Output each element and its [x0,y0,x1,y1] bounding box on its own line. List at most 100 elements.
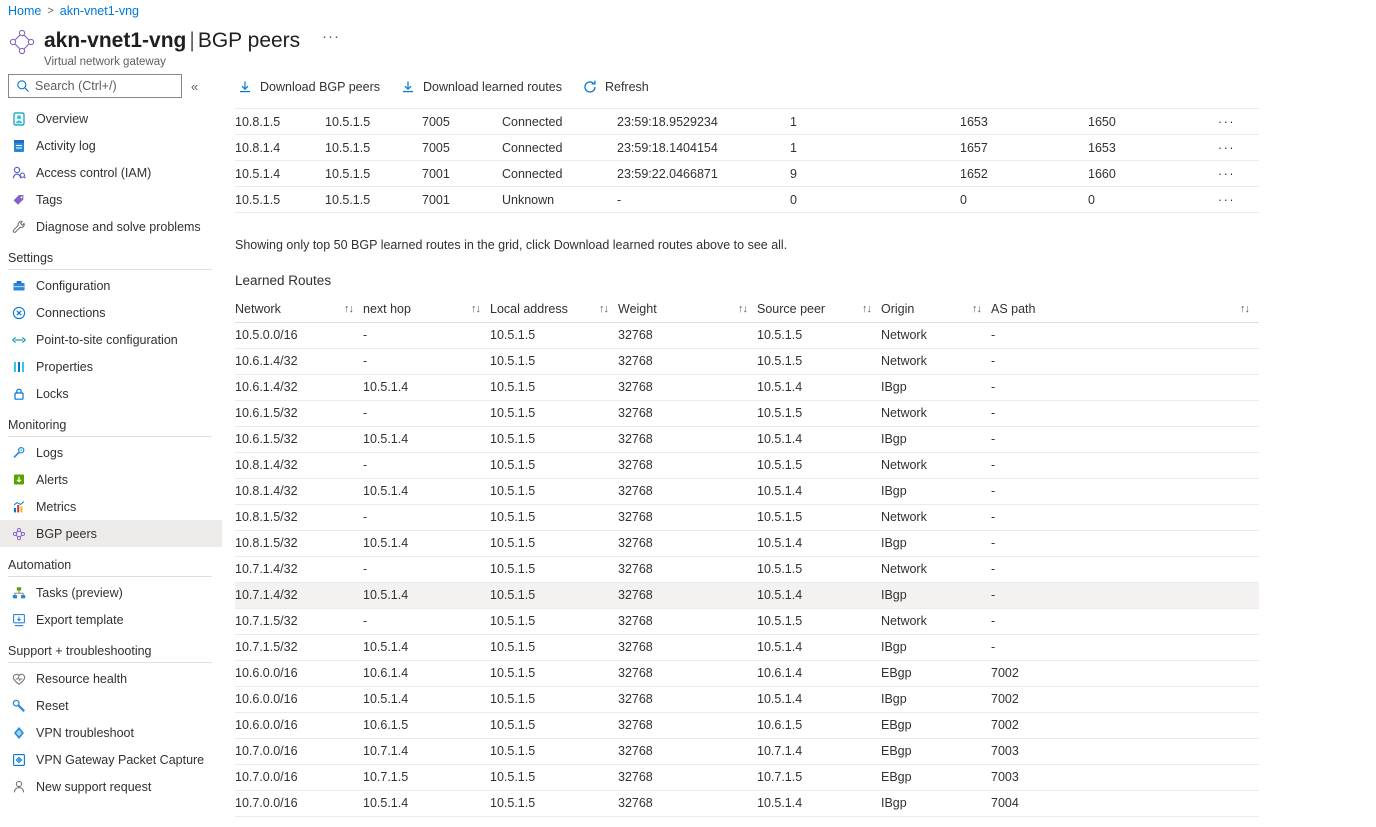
sort-toggle-icon[interactable]: ↑↓ [599,303,618,315]
routes-column-header[interactable]: Local address↑↓ [490,296,618,322]
learned-route-row[interactable]: 10.6.1.5/32-10.5.1.53276810.5.1.5Network… [235,400,1259,426]
search-box[interactable] [8,74,182,98]
sidebar-item-resource-health[interactable]: Resource health [0,665,222,692]
learned-route-row[interactable]: 10.8.1.4/3210.5.1.410.5.1.53276810.5.1.4… [235,478,1259,504]
learned-route-next-hop: 10.5.1.4 [363,582,490,608]
learned-route-source-peer: 10.5.1.5 [757,348,881,374]
learned-route-origin: Network [881,608,991,634]
sort-toggle-icon[interactable]: ↑↓ [738,303,757,315]
learned-route-row[interactable]: 10.7.0.0/1610.7.1.410.5.1.53276810.7.1.4… [235,738,1259,764]
sidebar-item-alerts[interactable]: Alerts [0,466,222,493]
learned-route-row[interactable]: 10.7.0.0/1610.5.1.410.5.1.53276810.5.1.4… [235,790,1259,816]
sort-toggle-icon[interactable]: ↑↓ [344,303,363,315]
bgp-peer-row-menu-button[interactable]: ··· [1218,187,1259,213]
learned-route-row[interactable]: 10.7.1.5/32-10.5.1.53276810.5.1.5Network… [235,608,1259,634]
breadcrumb-current[interactable]: akn-vnet1-vng [60,4,139,18]
learned-route-row[interactable]: 10.6.1.4/32-10.5.1.53276810.5.1.5Network… [235,348,1259,374]
learned-route-source-peer: 10.5.1.4 [757,634,881,660]
learned-route-origin: IBgp [881,790,991,816]
sort-toggle-icon[interactable]: ↑↓ [471,303,490,315]
sidebar-item-locks[interactable]: Locks [0,380,222,407]
sidebar-item-tasks-preview[interactable]: Tasks (preview) [0,579,222,606]
learned-route-as-path: 7003 [991,738,1259,764]
learned-route-as-path: - [991,608,1259,634]
sidebar-item-activity-log[interactable]: Activity log [0,132,222,159]
bgp-peers-table-viewport[interactable]: 10.8.1.410.5.1.57002Connected23:59:18.05… [222,101,1376,220]
sidebar-item-vpn-gateway-packet-capture[interactable]: VPN Gateway Packet Capture [0,746,222,773]
learned-route-row[interactable]: 10.6.0.0/1610.6.1.410.5.1.53276810.6.1.4… [235,660,1259,686]
bgp-peer-row[interactable]: 10.5.1.510.5.1.57001Unknown-000··· [235,187,1259,213]
sort-toggle-icon[interactable]: ↑↓ [862,303,881,315]
learned-route-next-hop: 10.5.1.4 [363,478,490,504]
sidebar-item-overview[interactable]: Overview [0,105,222,132]
routes-column-header[interactable]: AS path↑↓ [991,296,1259,322]
learned-route-as-path: 7002 [991,712,1259,738]
learned-route-row[interactable]: 10.6.0.0/1610.5.1.410.5.1.53276810.5.1.4… [235,686,1259,712]
sidebar-item-point-to-site-configuration[interactable]: Point-to-site configuration [0,326,222,353]
sidebar-item-metrics[interactable]: Metrics [0,493,222,520]
learned-route-row[interactable]: 10.7.1.4/3210.5.1.410.5.1.53276810.5.1.4… [235,582,1259,608]
bgp-peer-local-address: 10.5.1.5 [325,135,422,161]
routes-column-header[interactable]: Origin↑↓ [881,296,991,322]
routes-column-header[interactable]: Network↑↓ [235,296,363,322]
download-learned-routes-button[interactable]: Download learned routes [398,74,572,100]
learned-route-row[interactable]: 10.7.1.4/32-10.5.1.53276810.5.1.5Network… [235,556,1259,582]
collapse-sidebar-button[interactable]: « [191,79,198,94]
learned-route-row[interactable]: 10.7.0.0/1610.7.1.510.5.1.53276810.7.1.5… [235,764,1259,790]
learned-route-source-peer: 10.5.1.5 [757,556,881,582]
routes-column-header[interactable]: Weight↑↓ [618,296,757,322]
bgp-peer-row-menu-button[interactable]: ··· [1218,109,1259,135]
routes-column-header[interactable]: Source peer↑↓ [757,296,881,322]
learned-route-next-hop: - [363,400,490,426]
learned-route-row[interactable]: 10.6.0.0/1610.6.1.510.5.1.53276810.6.1.5… [235,712,1259,738]
learned-route-row[interactable]: 10.5.0.0/16-10.5.1.53276810.5.1.5Network… [235,322,1259,348]
learned-route-next-hop: 10.7.1.5 [363,764,490,790]
bgp-peer-row-menu-button[interactable]: ··· [1218,161,1259,187]
learned-route-weight: 32768 [618,426,757,452]
sort-toggle-icon[interactable]: ↑↓ [1240,303,1259,315]
learned-route-row[interactable]: 10.6.1.4/3210.5.1.410.5.1.53276810.5.1.4… [235,374,1259,400]
learned-route-row[interactable]: 10.8.1.4/32-10.5.1.53276810.5.1.5Network… [235,452,1259,478]
bgp-peer-status: Unknown [502,187,617,213]
learned-route-row[interactable]: 10.7.1.5/3210.5.1.410.5.1.53276810.5.1.4… [235,634,1259,660]
sidebar-item-access-control-iam[interactable]: Access control (IAM) [0,159,222,186]
sidebar-item-diagnose-and-solve-problems[interactable]: Diagnose and solve problems [0,213,222,240]
sidebar-item-connections[interactable]: Connections [0,299,222,326]
sidebar-item-bgp-peers[interactable]: BGP peers [0,520,222,547]
resource-health-icon [10,670,27,687]
sidebar-item-logs[interactable]: Logs [0,439,222,466]
breadcrumb-home[interactable]: Home [8,4,41,18]
learned-route-as-path: 7002 [991,686,1259,712]
learned-route-row[interactable]: 10.8.1.5/3210.5.1.410.5.1.53276810.5.1.4… [235,530,1259,556]
point-to-site-icon [10,331,27,348]
bgp-peer-row-menu-button[interactable]: ··· [1218,135,1259,161]
more-options-button[interactable]: ··· [322,24,340,50]
sidebar-item-tags[interactable]: Tags [0,186,222,213]
search-input[interactable] [35,79,175,93]
learned-route-local-address: 10.5.1.5 [490,426,618,452]
learned-route-network: 10.6.1.5/32 [235,400,363,426]
sidebar-group-divider [8,662,212,663]
download-bgp-peers-button[interactable]: Download BGP peers [235,74,390,100]
sidebar-item-export-template[interactable]: Export template [0,606,222,633]
tasks-icon [10,584,27,601]
learned-route-weight: 32768 [618,348,757,374]
sidebar-item-vpn-troubleshoot[interactable]: VPN troubleshoot [0,719,222,746]
learned-route-row[interactable]: 10.6.1.5/3210.5.1.410.5.1.53276810.5.1.4… [235,426,1259,452]
routes-column-header[interactable]: next hop↑↓ [363,296,490,322]
sort-toggle-icon[interactable]: ↑↓ [972,303,991,315]
sidebar-item-configuration[interactable]: Configuration [0,272,222,299]
bgp-peer-row[interactable]: 10.8.1.510.5.1.57005Connected23:59:18.95… [235,109,1259,135]
bgp-peer-row[interactable]: 10.8.1.410.5.1.57005Connected23:59:18.14… [235,135,1259,161]
learned-route-local-address: 10.5.1.5 [490,322,618,348]
bgp-peer-row[interactable]: 10.8.1.410.5.1.57002Connected23:59:18.05… [235,101,1259,109]
bgp-peer-row-menu-button[interactable] [1218,101,1259,109]
learned-route-network: 10.6.1.4/32 [235,374,363,400]
bgp-peer-row[interactable]: 10.5.1.410.5.1.57001Connected23:59:22.04… [235,161,1259,187]
refresh-button[interactable]: Refresh [580,74,659,100]
sidebar-item-reset[interactable]: Reset [0,692,222,719]
learned-route-row[interactable]: 10.8.1.5/32-10.5.1.53276810.5.1.5Network… [235,504,1259,530]
sidebar-item-new-support-request[interactable]: New support request [0,773,222,800]
sidebar-item-properties[interactable]: Properties [0,353,222,380]
learned-route-local-address: 10.5.1.5 [490,686,618,712]
